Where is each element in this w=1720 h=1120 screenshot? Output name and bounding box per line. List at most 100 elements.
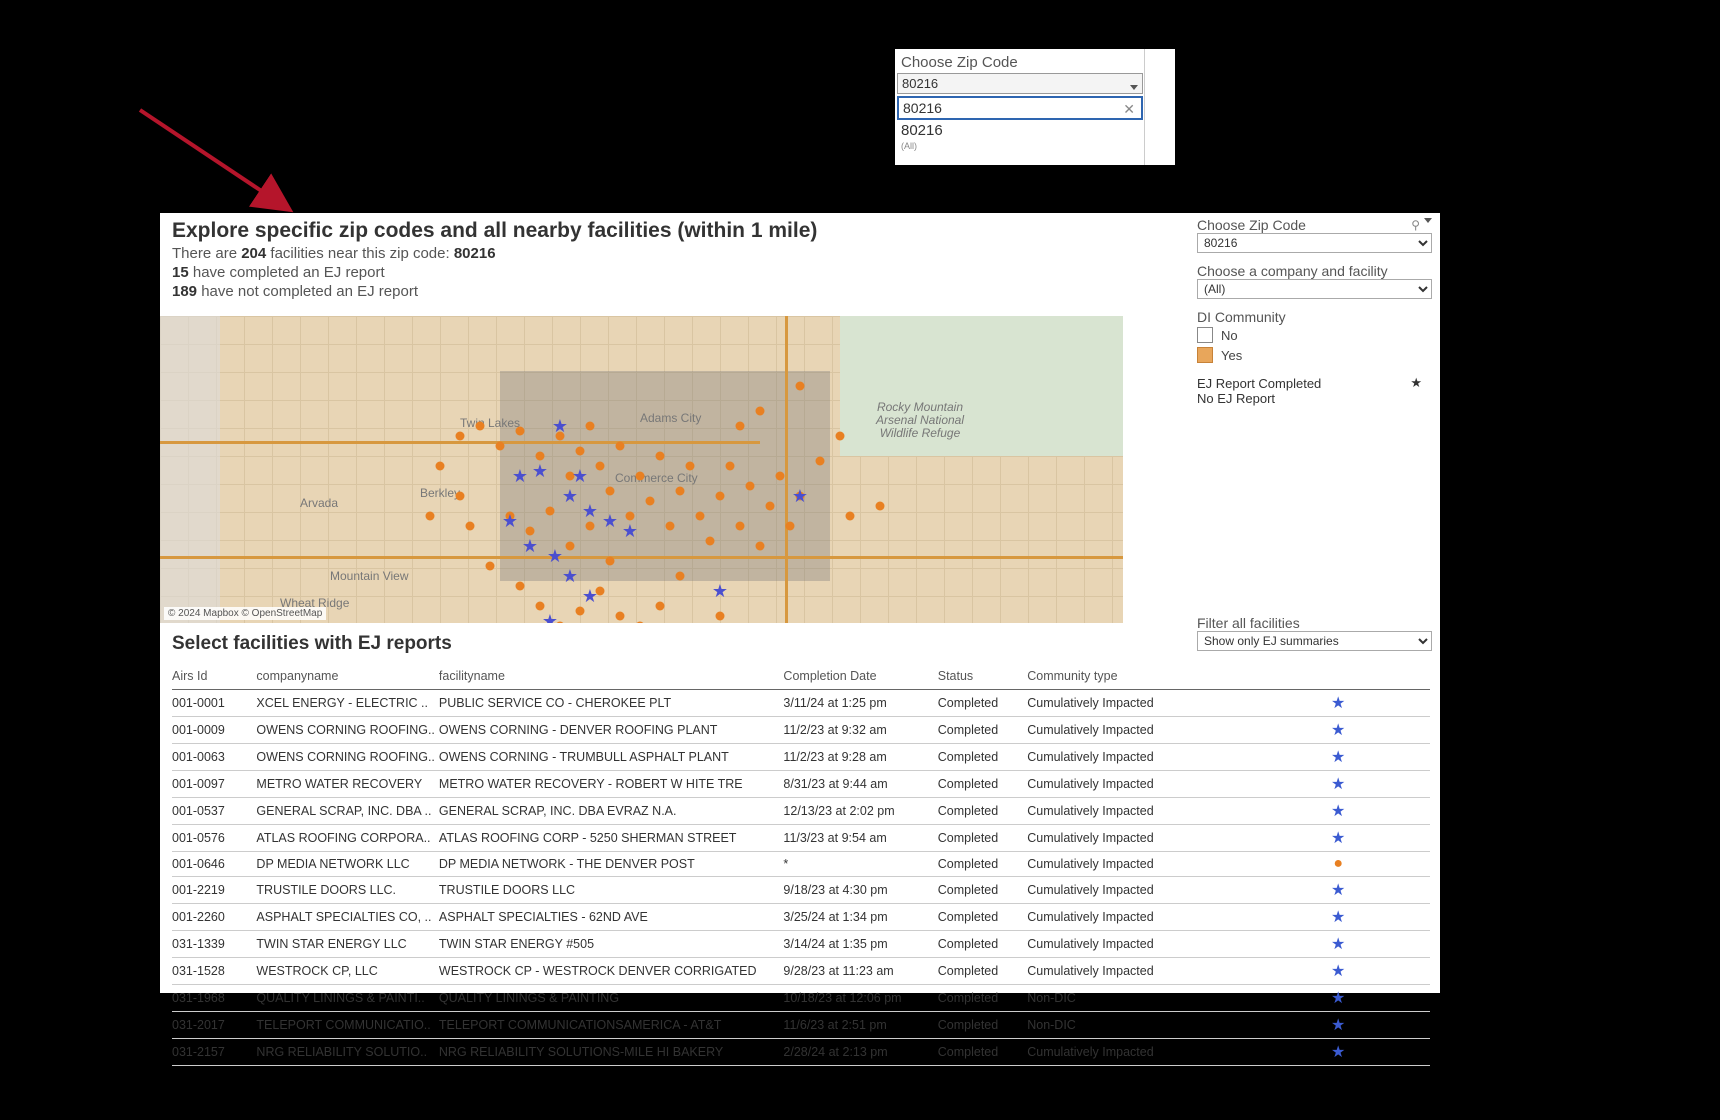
map-dot-icon[interactable] — [596, 462, 605, 471]
map-dot-icon[interactable] — [526, 527, 535, 536]
table-row[interactable]: 001-0537GENERAL SCRAP, INC. DBA ..GENERA… — [172, 798, 1430, 825]
map-dot-icon[interactable] — [716, 612, 725, 621]
filter-all-select[interactable]: Show only EJ summaries — [1197, 631, 1432, 651]
map-dot-icon[interactable] — [656, 602, 665, 611]
map-dot-icon[interactable] — [536, 602, 545, 611]
map-star-icon[interactable]: ★ — [542, 616, 558, 623]
map-dot-icon[interactable] — [516, 427, 525, 436]
table-row[interactable]: 031-2017TELEPORT COMMUNICATIO..TELEPORT … — [172, 1012, 1430, 1039]
map-star-icon[interactable]: ★ — [582, 591, 598, 601]
map-star-icon[interactable]: ★ — [547, 551, 563, 561]
map-dot-icon[interactable] — [736, 522, 745, 531]
map-dot-icon[interactable] — [756, 407, 765, 416]
map-dot-icon[interactable] — [586, 522, 595, 531]
map-dot-icon[interactable] — [476, 422, 485, 431]
col-airs[interactable]: Airs Id — [172, 663, 256, 690]
map-dot-icon[interactable] — [546, 507, 555, 516]
col-ctype[interactable]: Community type — [1027, 663, 1250, 690]
map-dot-icon[interactable] — [566, 542, 575, 551]
map-dot-icon[interactable] — [676, 572, 685, 581]
map-star-icon[interactable]: ★ — [572, 471, 588, 481]
map-dot-icon[interactable] — [656, 452, 665, 461]
map-dot-icon[interactable] — [436, 462, 445, 471]
map-dot-icon[interactable] — [516, 582, 525, 591]
map-dot-icon[interactable] — [736, 422, 745, 431]
map-dot-icon[interactable] — [636, 622, 645, 624]
map-dot-icon[interactable] — [426, 512, 435, 521]
map-dot-icon[interactable] — [706, 537, 715, 546]
map-dot-icon[interactable] — [696, 512, 705, 521]
map-dot-icon[interactable] — [536, 452, 545, 461]
map-dot-icon[interactable] — [756, 542, 765, 551]
map-dot-icon[interactable] — [626, 512, 635, 521]
filter-controls-icon[interactable]: ⚲ — [1411, 218, 1432, 232]
cell-ctype: Cumulatively Impacted — [1027, 825, 1250, 852]
map-dot-icon[interactable] — [686, 462, 695, 471]
table-row[interactable]: 031-1339TWIN STAR ENERGY LLCTWIN STAR EN… — [172, 931, 1430, 958]
map-star-icon[interactable]: ★ — [792, 491, 808, 501]
table-row[interactable]: 031-1968QUALITY LININGS & PAINTI..QUALIT… — [172, 985, 1430, 1012]
table-row[interactable]: 001-2219TRUSTILE DOORS LLC.TRUSTILE DOOR… — [172, 877, 1430, 904]
map-dot-icon[interactable] — [636, 472, 645, 481]
clear-icon[interactable]: ✕ — [1123, 101, 1135, 118]
map-star-icon[interactable]: ★ — [602, 516, 618, 526]
map-star-icon[interactable]: ★ — [522, 541, 538, 551]
table-row[interactable]: 031-2157NRG RELIABILITY SOLUTIO..NRG REL… — [172, 1039, 1430, 1066]
di-legend-yes[interactable]: Yes — [1197, 345, 1432, 365]
table-row[interactable]: 031-1528WESTROCK CP, LLCWESTROCK CP - WE… — [172, 958, 1430, 985]
facility-map[interactable]: Twin Lakes Adams City Commerce City Berk… — [160, 316, 1123, 623]
map-dot-icon[interactable] — [796, 382, 805, 391]
table-row[interactable]: 001-0001XCEL ENERGY - ELECTRIC ..PUBLIC … — [172, 690, 1430, 717]
map-dot-icon[interactable] — [456, 492, 465, 501]
table-row[interactable]: 001-2260ASPHALT SPECIALTIES CO, ..ASPHAL… — [172, 904, 1430, 931]
map-dot-icon[interactable] — [716, 492, 725, 501]
table-row[interactable]: 001-0063OWENS CORNING ROOFING..OWENS COR… — [172, 744, 1430, 771]
map-dot-icon[interactable] — [776, 472, 785, 481]
map-dot-icon[interactable] — [606, 557, 615, 566]
map-star-icon[interactable]: ★ — [562, 571, 578, 581]
map-star-icon[interactable]: ★ — [582, 506, 598, 516]
col-company[interactable]: companyname — [256, 663, 438, 690]
map-dot-icon[interactable] — [746, 482, 755, 491]
map-dot-icon[interactable] — [726, 462, 735, 471]
zip-filter-select[interactable]: 80216 — [1197, 233, 1432, 253]
table-row[interactable]: 001-0576ATLAS ROOFING CORPORA..ATLAS ROO… — [172, 825, 1430, 852]
map-dot-icon[interactable] — [616, 442, 625, 451]
map-dot-icon[interactable] — [456, 432, 465, 441]
map-dot-icon[interactable] — [586, 422, 595, 431]
map-dot-icon[interactable] — [816, 457, 825, 466]
map-star-icon[interactable]: ★ — [532, 466, 548, 476]
map-dot-icon[interactable] — [606, 487, 615, 496]
map-star-icon[interactable]: ★ — [502, 516, 518, 526]
col-facility[interactable]: facilityname — [439, 663, 784, 690]
table-row[interactable]: 001-0646DP MEDIA NETWORK LLCDP MEDIA NET… — [172, 852, 1430, 877]
zip-search-input[interactable]: 80216 ✕ — [897, 96, 1143, 120]
map-dot-icon[interactable] — [616, 612, 625, 621]
map-dot-icon[interactable] — [766, 502, 775, 511]
col-status[interactable]: Status — [938, 663, 1027, 690]
map-dot-icon[interactable] — [576, 447, 585, 456]
map-star-icon[interactable]: ★ — [622, 526, 638, 536]
map-dot-icon[interactable] — [486, 562, 495, 571]
table-row[interactable]: 001-0009OWENS CORNING ROOFING..OWENS COR… — [172, 717, 1430, 744]
map-dot-icon[interactable] — [836, 432, 845, 441]
map-dot-icon[interactable] — [576, 607, 585, 616]
map-dot-icon[interactable] — [876, 502, 885, 511]
map-dot-icon[interactable] — [646, 497, 655, 506]
map-dot-icon[interactable] — [846, 512, 855, 521]
zip-option[interactable]: 80216 — [895, 120, 1145, 141]
map-dot-icon[interactable] — [496, 442, 505, 451]
map-star-icon[interactable]: ★ — [562, 491, 578, 501]
map-dot-icon[interactable] — [466, 522, 475, 531]
zip-select-collapsed[interactable]: 80216 — [897, 73, 1143, 94]
map-star-icon[interactable]: ★ — [512, 471, 528, 481]
company-filter-select[interactable]: (All) — [1197, 279, 1432, 299]
map-dot-icon[interactable] — [666, 522, 675, 531]
map-star-icon[interactable]: ★ — [712, 586, 728, 596]
di-legend-no[interactable]: No — [1197, 325, 1432, 345]
map-dot-icon[interactable] — [676, 487, 685, 496]
col-date[interactable]: Completion Date — [783, 663, 937, 690]
table-row[interactable]: 001-0097METRO WATER RECOVERYMETRO WATER … — [172, 771, 1430, 798]
map-star-icon[interactable]: ★ — [552, 421, 568, 431]
map-dot-icon[interactable] — [786, 522, 795, 531]
